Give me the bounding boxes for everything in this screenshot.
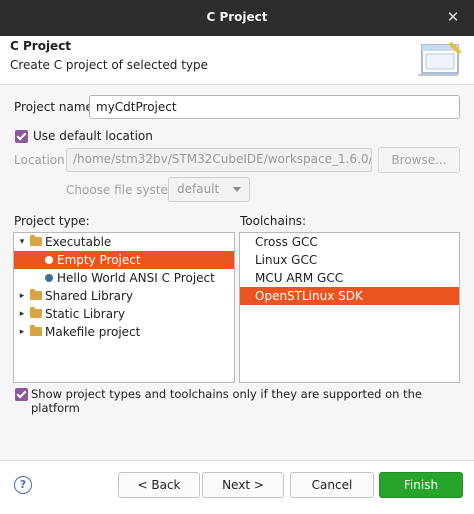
wizard-footer: ? < Back Next > Cancel Finish (0, 460, 474, 514)
chevron-right-icon[interactable]: ▸ (17, 287, 27, 305)
tree-item-label: Empty Project (57, 253, 141, 267)
use-default-location-label: Use default location (33, 129, 153, 143)
wizard-banner-icon (418, 41, 462, 76)
file-system-label: Choose file system: (66, 183, 184, 197)
list-item-label: MCU ARM GCC (255, 271, 344, 285)
page-subtitle: Create C project of selected type (10, 58, 208, 72)
tree-item-empty-project[interactable]: Empty Project (14, 251, 234, 269)
list-item-mcu-arm-gcc[interactable]: MCU ARM GCC (240, 269, 459, 287)
finish-button[interactable]: Finish (379, 472, 463, 498)
project-name-input[interactable] (89, 95, 460, 119)
project-type-label: Project type: (14, 214, 90, 228)
list-item-label: Linux GCC (255, 253, 318, 267)
page-title: C Project (10, 39, 72, 53)
location-input[interactable]: /home/stm32bv/STM32CubeIDE/workspace_1.6… (66, 148, 372, 172)
tree-item-makefile-project[interactable]: ▸ Makefile project (14, 323, 234, 341)
list-item-label: OpenSTLinux SDK (255, 289, 363, 303)
list-item-openstlinux-sdk[interactable]: OpenSTLinux SDK (240, 287, 459, 305)
browse-button[interactable]: Browse... (378, 147, 460, 173)
toolchains-label: Toolchains: (240, 214, 307, 228)
cancel-button[interactable]: Cancel (290, 472, 374, 498)
tree-item-executable[interactable]: ▾ Executable (14, 233, 234, 251)
tree-item-static-library[interactable]: ▸ Static Library (14, 305, 234, 323)
list-item-linux-gcc[interactable]: Linux GCC (240, 251, 459, 269)
tree-item-shared-library[interactable]: ▸ Shared Library (14, 287, 234, 305)
tree-item-label: Executable (45, 235, 112, 249)
next-button[interactable]: Next > (202, 472, 284, 498)
folder-icon (30, 325, 42, 336)
help-icon[interactable]: ? (14, 476, 32, 494)
folder-icon (30, 235, 42, 246)
folder-icon (30, 307, 42, 318)
list-item-cross-gcc[interactable]: Cross GCC (240, 233, 459, 251)
back-button[interactable]: < Back (118, 472, 200, 498)
project-type-tree[interactable]: ▾ Executable Empty Project Hello World A… (13, 232, 235, 383)
chevron-right-icon[interactable]: ▸ (17, 323, 27, 341)
show-supported-label: Show project types and toolchains only i… (31, 387, 422, 415)
folder-icon (30, 289, 42, 300)
close-icon[interactable]: ✕ (444, 8, 462, 26)
chevron-down-icon[interactable]: ▾ (17, 233, 27, 251)
list-item-label: Cross GCC (255, 235, 318, 249)
tree-item-label: Static Library (45, 307, 126, 321)
tree-item-label: Hello World ANSI C Project (57, 271, 215, 285)
location-label: Location: (14, 153, 69, 167)
tree-item-hello-world[interactable]: Hello World ANSI C Project (14, 269, 234, 287)
project-icon (45, 256, 53, 264)
project-icon (45, 274, 53, 282)
file-system-value: default (177, 182, 220, 196)
use-default-location-checkbox[interactable] (15, 130, 28, 143)
file-system-select[interactable]: default (168, 177, 250, 202)
chevron-right-icon[interactable]: ▸ (17, 305, 27, 323)
show-supported-checkbox[interactable] (15, 388, 28, 401)
wizard-content: Project name: Use default location Locat… (0, 85, 474, 460)
tree-item-label: Shared Library (45, 289, 134, 303)
window-title: C Project (206, 10, 268, 24)
project-name-label: Project name: (14, 100, 97, 114)
wizard-header: C Project Create C project of selected t… (0, 36, 474, 85)
tree-item-label: Makefile project (45, 325, 141, 339)
chevron-down-icon (233, 187, 241, 192)
title-bar: C Project ✕ (0, 0, 474, 36)
toolchains-list[interactable]: Cross GCC Linux GCC MCU ARM GCC OpenSTLi… (239, 232, 460, 383)
